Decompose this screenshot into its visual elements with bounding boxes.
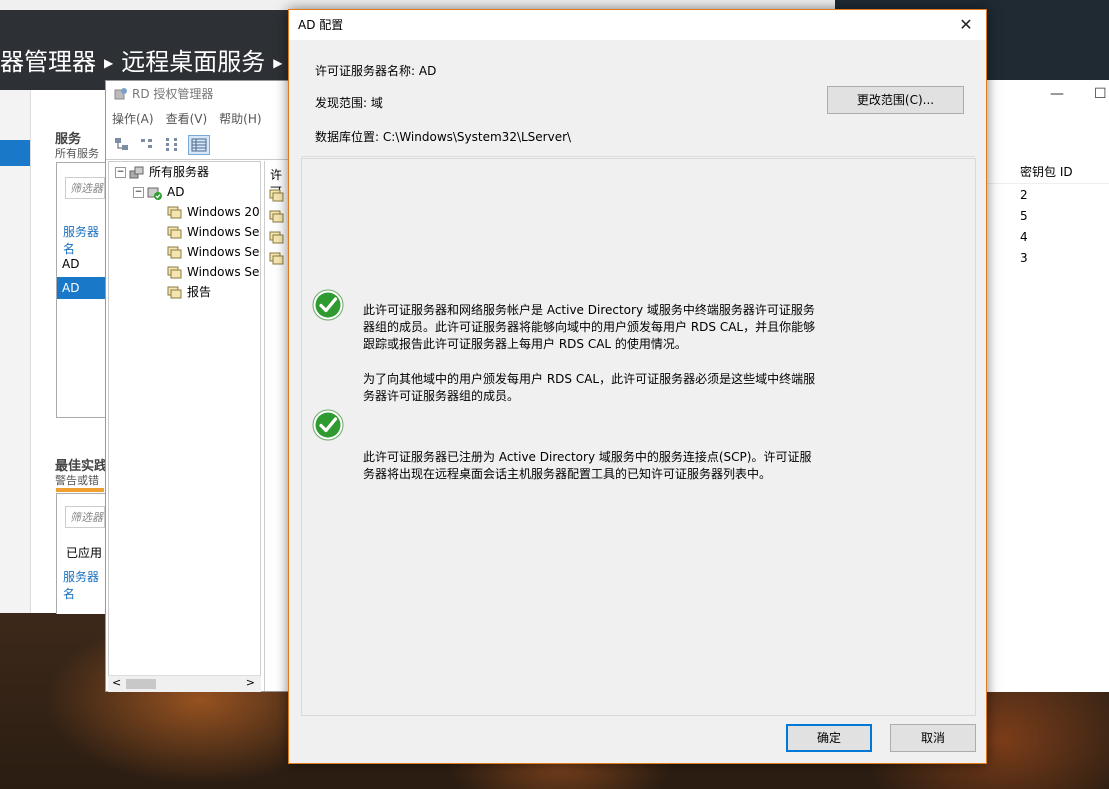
breadcrumb-item-server-manager[interactable]: 器管理器 [0,48,96,76]
services-filter-input[interactable]: 筛选器 [65,177,105,199]
list-view-icon[interactable] [163,135,185,155]
dialog-divider [301,156,975,157]
services-subtitle: 所有服务 [55,147,99,160]
bpa-panel: 筛选器 已应用 服务器名 [56,493,106,614]
server-tree: − 所有服务器 − AD Windows 20 Windows Se Windows… [108,161,261,689]
bpa-warning-strip [56,488,104,492]
key-pack-id-cell: 2 [1020,188,1028,202]
key-pack-id-cell: 4 [1020,230,1028,244]
license-pack-icon [269,252,284,265]
services-row-selected[interactable]: AD [57,277,105,299]
maximize-icon[interactable]: ☐ [1094,86,1107,102]
bpa-server-column[interactable]: 服务器名 [63,568,105,602]
tree-item-license-pack[interactable]: Windows Se [167,242,259,262]
license-list-window: — ☐ 密钥包 ID 2 5 4 3 [985,80,1109,692]
large-icons-view-icon[interactable] [112,135,134,155]
tree-item-label: 所有服务器 [149,165,210,179]
services-row[interactable]: AD [57,253,105,275]
ad-config-dialog: AD 配置 ✕ 许可证服务器名称: AD 发现范围: 域 更改范围(C)... … [288,9,987,764]
scrollbar-thumb[interactable] [126,679,156,689]
key-pack-id-header[interactable]: 密钥包 ID [986,160,1109,184]
key-pack-id-cell: 3 [1020,251,1028,265]
license-pack-icon [167,226,182,238]
license-pack-icon [167,246,182,258]
server-activated-icon [147,187,162,200]
tree-collapse-icon[interactable]: − [133,187,144,198]
server-group-icon [129,166,144,178]
scroll-right-icon[interactable]: > [246,676,255,689]
tree-item-label: AD [167,185,185,199]
license-list-titlebar: — ☐ [986,80,1109,108]
dialog-title: AD 配置 [298,18,344,32]
bpa-applied-label: 已应用 [66,546,103,560]
menu-action[interactable]: 操作(A) [112,112,154,126]
bpa-subtitle: 警告或错 [55,474,99,487]
services-panel: 筛选器 服务器名 AD AD [56,162,106,418]
breadcrumb-separator-icon: ▶ [273,56,283,70]
tree-item-license-pack[interactable]: Windows Se [167,262,259,282]
breadcrumb-item-rds[interactable]: 远程桌面服务 [121,48,265,76]
tree-item-all-servers[interactable]: − 所有服务器 [115,162,209,182]
ad-membership-message: 此许可证服务器和网络服务帐户是 Active Directory 域服务中终端服… [363,303,816,351]
reports-icon [167,286,182,298]
change-scope-button[interactable]: 更改范围(C)... [827,86,964,114]
database-location: 数据库位置: C:\Windows\System32\LServer\ [315,130,572,144]
menu-view[interactable]: 查看(V) [166,112,208,126]
other-domains-message: 为了向其他域中的用户颁发每用户 RDS CAL，此许可证服务器必须是这些域中终端… [363,372,816,403]
rd-manager-titlebar: RD 授权管理器 [106,81,289,107]
license-server-name: 许可证服务器名称: AD [315,64,437,78]
menu-help[interactable]: 帮助(H) [219,112,261,126]
rd-manager-toolbar [106,131,289,160]
tree-item-license-pack[interactable]: Windows 20 [167,202,260,222]
ok-button[interactable]: 确定 [786,724,872,752]
license-pack-icon [167,206,182,218]
status-panel: 此许可证服务器和网络服务帐户是 Active Directory 域服务中终端服… [301,158,976,716]
tree-item-license-pack[interactable]: Windows Se [167,222,259,242]
rd-manager-menubar: 操作(A) 查看(V) 帮助(H) [106,109,268,129]
close-icon[interactable]: ✕ [946,10,986,40]
tree-item-label: Windows 20 [187,205,260,219]
tree-item-label: 报告 [187,285,212,299]
dialog-titlebar: AD 配置 ✕ [289,10,986,40]
breadcrumb-separator-icon: ▶ [104,56,114,70]
details-view-icon[interactable] [188,135,210,155]
check-success-icon [312,409,344,441]
tree-item-reports[interactable]: 报告 [167,282,211,302]
key-pack-id-cell: 5 [1020,209,1028,223]
discovery-scope: 发现范围: 域 [315,96,383,110]
license-pack-icon [167,266,182,278]
bpa-filter-input[interactable]: 筛选器 [65,506,105,528]
check-success-icon [312,289,344,321]
tree-item-ad-server[interactable]: − AD [133,182,184,202]
rd-manager-title: RD 授权管理器 [132,87,214,101]
license-pack-icon [269,210,284,223]
tree-collapse-icon[interactable]: − [115,167,126,178]
tree-horizontal-scrollbar[interactable]: < > [108,675,261,692]
scp-registration-message: 此许可证服务器已注册为 Active Directory 域服务中的服务连接点(… [363,450,812,481]
small-icons-view-icon[interactable] [138,135,160,155]
cancel-button[interactable]: 取消 [890,724,976,752]
tree-item-label: Windows Se [187,245,260,259]
scroll-left-icon[interactable]: < [112,676,121,689]
rd-manager-app-icon [114,88,127,100]
services-server-column[interactable]: 服务器名 [63,223,105,257]
rd-licensing-manager-window: RD 授权管理器 操作(A) 查看(V) 帮助(H) − 所有服务器 − AD Wind… [105,80,292,692]
tree-item-label: Windows Se [187,265,260,279]
server-manager-nav [0,90,31,613]
breadcrumb: 器管理器 ▶ 远程桌面服务 ▶ [0,42,290,82]
tree-item-label: Windows Se [187,225,260,239]
nav-item-selected[interactable] [0,140,30,166]
license-pack-icon [269,231,284,244]
license-pack-icon [269,189,284,202]
minimize-icon[interactable]: — [1050,86,1064,102]
